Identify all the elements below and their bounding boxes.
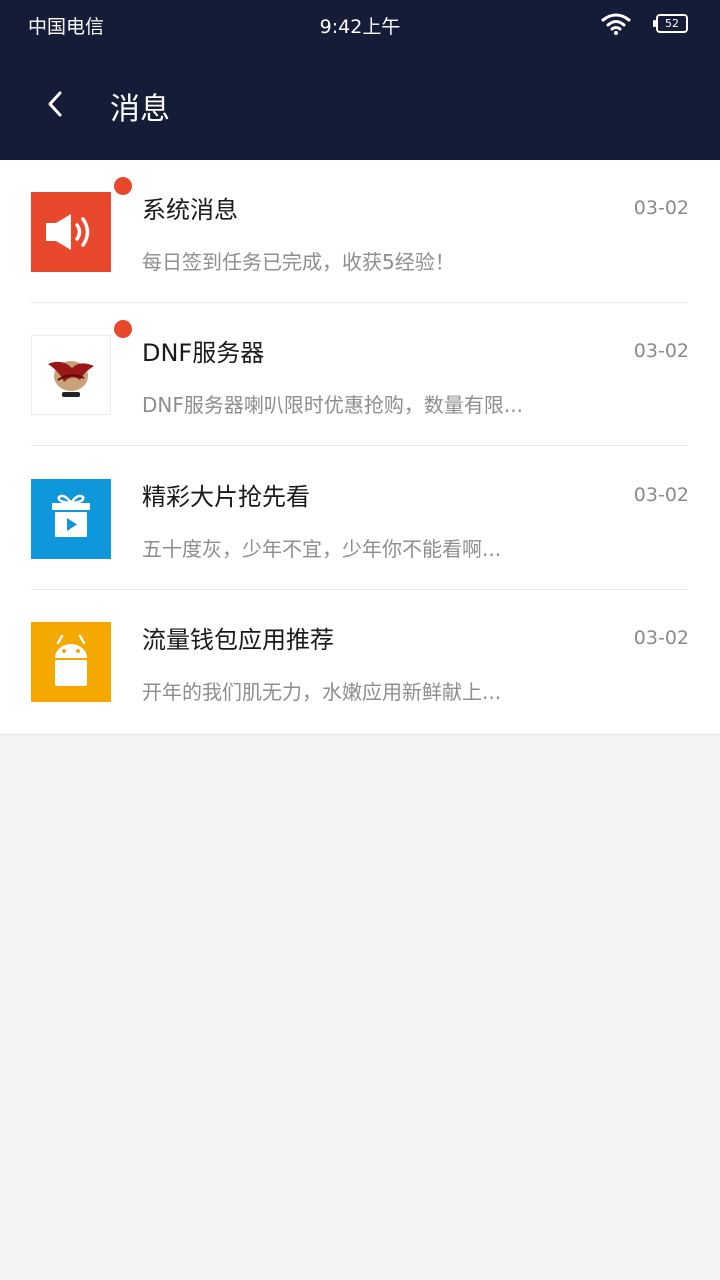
- page-title: 消息: [110, 92, 170, 127]
- message-preview: DNF服务器喇叭限时优惠抢购，数量有限...: [142, 393, 523, 417]
- message-item-apps[interactable]: 流量钱包应用推荐 03-02 开年的我们肌无力，水嫩应用新鲜献上...: [0, 590, 720, 733]
- divider: [31, 445, 688, 446]
- message-list: 系统消息 03-02 每日签到任务已完成，收获5经验！ DNF服务器 03-02…: [0, 160, 720, 735]
- android-icon: [31, 622, 111, 702]
- message-date: 03-02: [633, 484, 689, 506]
- status-bar: 中国电信 9:42上午 52: [0, 0, 720, 50]
- dnf-logo-icon: [31, 335, 111, 415]
- battery-icon: 52: [653, 14, 688, 33]
- message-preview: 五十度灰，少年不宜，少年你不能看啊...: [142, 537, 502, 561]
- message-title: 系统消息: [142, 196, 238, 224]
- message-title: DNF服务器: [142, 339, 265, 367]
- message-date: 03-02: [633, 197, 689, 219]
- message-title: 精彩大片抢先看: [142, 483, 310, 511]
- gift-video-icon: [31, 479, 111, 559]
- unread-badge: [114, 177, 132, 195]
- message-date: 03-02: [633, 340, 689, 362]
- battery-level: 52: [665, 17, 679, 30]
- message-preview: 每日签到任务已完成，收获5经验！: [142, 250, 455, 274]
- app-header: 中国电信 9:42上午 52 消息: [0, 0, 720, 160]
- message-item-system[interactable]: 系统消息 03-02 每日签到任务已完成，收获5经验！: [0, 160, 720, 303]
- unread-badge: [114, 320, 132, 338]
- message-title: 流量钱包应用推荐: [142, 626, 334, 654]
- message-item-dnf[interactable]: DNF服务器 03-02 DNF服务器喇叭限时优惠抢购，数量有限...: [0, 303, 720, 446]
- wifi-icon: [601, 13, 631, 35]
- message-preview: 开年的我们肌无力，水嫩应用新鲜献上...: [142, 680, 502, 704]
- speaker-icon: [31, 192, 111, 272]
- message-item-movies[interactable]: 精彩大片抢先看 03-02 五十度灰，少年不宜，少年你不能看啊...: [0, 447, 720, 590]
- back-arrow-icon[interactable]: [40, 88, 72, 120]
- message-date: 03-02: [633, 627, 689, 649]
